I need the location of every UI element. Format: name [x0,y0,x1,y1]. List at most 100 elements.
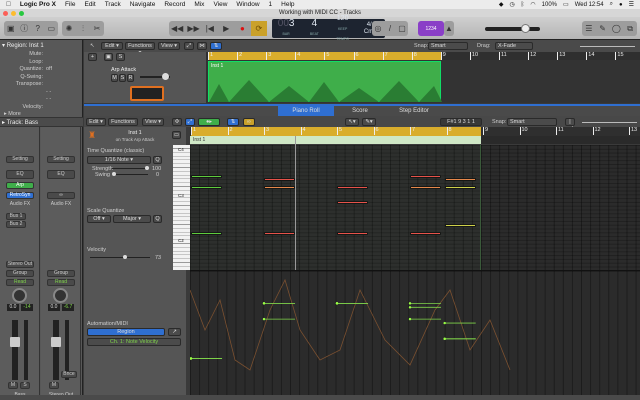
siri-icon[interactable]: ● [619,2,623,8]
zoom-slider[interactable] [580,46,635,47]
chain-icon[interactable]: ∞ [243,118,255,126]
track-region[interactable]: Inst 1 [208,61,442,102]
loops-icon[interactable]: ◯ [610,24,624,33]
rewind-icon[interactable]: ◀◀ [169,24,185,33]
menu-mix[interactable]: Mix [194,1,204,8]
setting-button[interactable]: Setting [47,156,75,163]
solo-button[interactable]: S [20,382,30,389]
zoom-button[interactable] [19,11,24,16]
play-icon[interactable]: ▶ [218,24,234,33]
editor-snap-select[interactable]: Smart [507,118,557,126]
strength-slider[interactable] [112,166,149,170]
mixer-icon[interactable]: ⫶ [76,24,90,34]
pointer-tool-menu[interactable]: ↖▾ [345,118,359,126]
time-machine-icon[interactable]: ◷ [510,1,515,8]
bluetooth-icon[interactable]: ᛒ [521,2,525,8]
tab-step-editor[interactable]: Step Editor [386,106,442,116]
region-button[interactable]: ▣ [104,53,113,61]
automation-icon[interactable]: ⇅ [210,42,222,50]
track-solo-button[interactable]: S [119,74,126,82]
metronome-button[interactable]: ▲ [444,21,454,36]
cycle-range[interactable] [191,127,481,136]
quantize-button[interactable]: Q [153,156,162,164]
flex-icon[interactable]: ⋈ [197,42,207,50]
menu-1[interactable]: 1 [269,1,273,8]
pan-knob[interactable] [53,288,68,303]
inspector-icon[interactable]: ⓘ [18,23,32,34]
automation-mode-button[interactable]: Read [6,279,34,286]
velocity-handle[interactable] [443,337,446,341]
minimize-button[interactable] [11,11,16,16]
browsers-icon[interactable]: ⧉ [623,24,637,34]
tracks-functions-menu[interactable]: Functions ▾ [125,42,155,56]
send-slot[interactable]: Bus 2 [6,221,26,228]
region-inspector-header[interactable]: ▾ Region: Inst 1 [2,42,44,49]
automation-param-select[interactable]: Ch. 1: Note Velocity [87,338,181,346]
editor-zoom-slider[interactable] [582,122,637,123]
pan-knob[interactable] [12,288,27,303]
drag-select[interactable]: X-Fade [495,42,533,50]
menu-file[interactable]: File [65,1,75,8]
catch-icon[interactable]: ⤢ [184,42,194,50]
velocity-slider[interactable] [90,255,150,259]
spotlight-icon[interactable]: ⌕ [610,1,613,8]
notepad-icon[interactable]: ✎ [596,24,610,33]
tuner-icon[interactable]: ◎ [372,24,384,33]
smart-controls-icon[interactable]: ✺ [62,24,76,33]
menu-window[interactable]: Window [236,1,259,8]
tab-piano-roll[interactable]: Piano Roll [278,106,334,116]
stereo-link-icon[interactable]: ∞ [47,192,75,199]
count-in-button[interactable]: 1234 [418,21,444,36]
volume-fader[interactable] [12,320,18,380]
velocity-handle[interactable] [408,302,412,305]
dropbox-icon[interactable]: ◆ [499,1,504,8]
bounce-button[interactable]: Bnce [61,371,77,378]
scale-quantize-button[interactable]: Q [153,215,162,223]
output-slot[interactable]: Stereo Out [6,261,34,268]
velocity-handle[interactable] [408,306,412,309]
scale-type-select[interactable]: Major ▾ [113,215,151,223]
editors-icon[interactable]: ✂ [90,24,104,33]
editor-ruler[interactable]: 1 2 3 4 5 6 7 8 9 10 11 12 13 [190,127,640,136]
tab-score[interactable]: Score [335,106,385,116]
menu-help[interactable]: Help [281,1,294,8]
eq-button[interactable]: EQ [47,170,75,179]
track-volume-slider[interactable] [140,73,170,80]
editor-automation-icon[interactable]: ⇅ [227,118,239,126]
pencil-tool-menu[interactable]: ✎▾ [362,118,376,126]
swing-slider[interactable] [112,172,148,176]
solo-icon[interactable]: ▢ [396,24,408,33]
editor-edit-menu[interactable]: Edit ▾ [86,118,106,126]
battery-percent[interactable]: 100% [542,2,557,8]
pencil-icon[interactable]: / [384,24,396,33]
fader-cap[interactable] [51,336,61,347]
velocity-handle[interactable] [262,317,266,321]
editor-view-menu[interactable]: View ▾ [142,118,164,126]
audio-fx-slot[interactable]: Audio FX [47,202,75,209]
editor-functions-menu[interactable]: Functions ▾ [108,118,138,132]
eq-button[interactable]: EQ [6,170,34,179]
quick-help-icon[interactable]: ? [31,24,45,33]
global-solo-button[interactable]: S [116,53,125,61]
region-param-value[interactable]: off [46,66,52,72]
fit-icon[interactable]: |↔| [565,118,575,132]
velocity-handle[interactable] [190,357,193,360]
cycle-icon[interactable]: ⟳ [250,21,267,36]
mute-button[interactable]: M [49,382,59,389]
lcd-display[interactable]: 003 BAR 4 BEAT 120 KEEP TEMPO 4/4 Cmaj [272,15,385,41]
group-slot[interactable]: Group [47,270,75,277]
velocity-handle[interactable] [408,317,412,321]
fader-cap[interactable] [10,336,20,347]
send-slot[interactable]: Bus 1 [6,213,26,220]
piano-keyboard[interactable] [173,145,190,270]
instrument-slot[interactable]: RetroSyn [6,192,34,199]
region-param-value[interactable]: - - [46,96,51,102]
wifi-icon[interactable]: ◠ [530,1,535,8]
pointer-tool-icon[interactable]: ↖ [90,43,95,49]
track-inspector-header[interactable]: ▸ Track: Bass [0,117,83,127]
automation-mode-button[interactable]: Read [47,279,75,286]
group-slot[interactable]: Group [6,270,34,277]
scale-root-select[interactable]: Off ▾ [87,215,111,223]
toolbar-icon[interactable]: ▭ [45,24,59,33]
menu-view[interactable]: View [213,1,227,8]
